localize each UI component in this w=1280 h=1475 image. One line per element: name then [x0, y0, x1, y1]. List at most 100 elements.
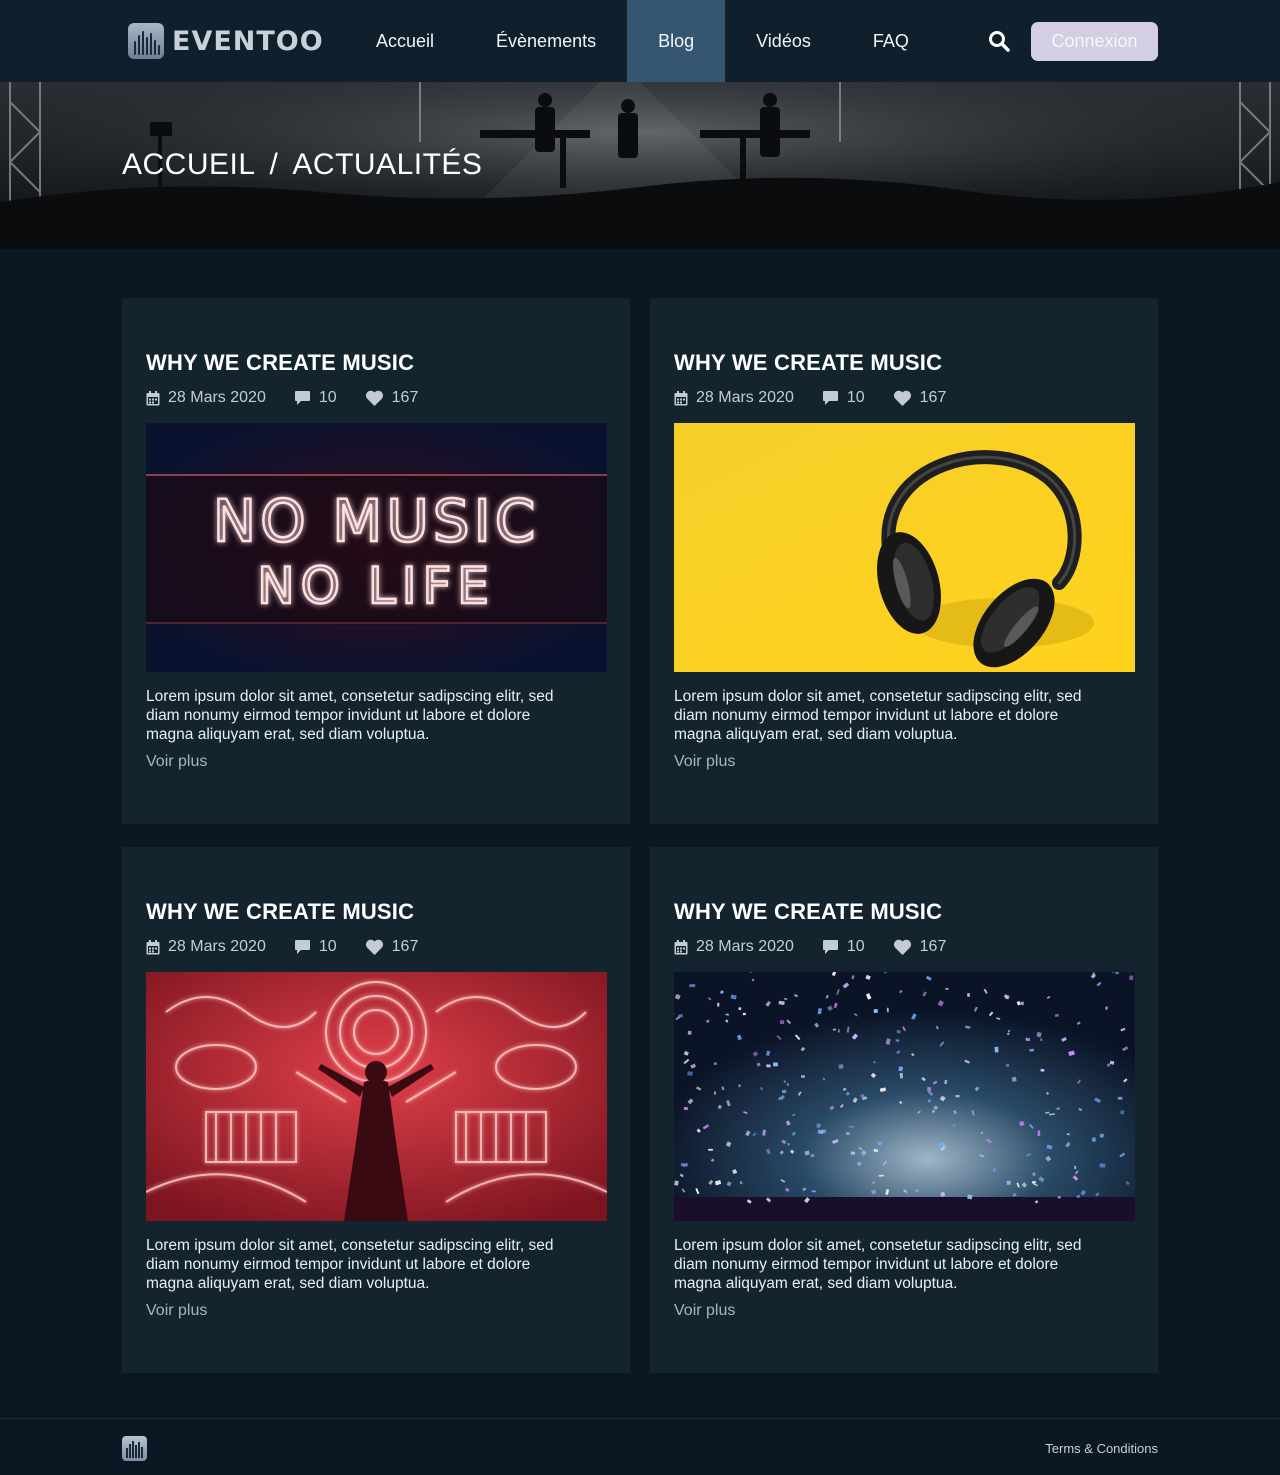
confetti-piece — [1007, 1181, 1011, 1185]
comment-icon — [822, 939, 839, 955]
terms-link[interactable]: Terms & Conditions — [1045, 1441, 1158, 1456]
post-image[interactable] — [674, 972, 1135, 1221]
post-likes-count: 167 — [392, 389, 419, 407]
confetti-piece — [743, 1013, 746, 1016]
nav-item-videos[interactable]: Vidéos — [725, 0, 842, 82]
confetti-piece — [782, 1090, 786, 1093]
post-title[interactable]: WHY WE CREATE MUSIC — [674, 350, 942, 376]
breadcrumb: ACCUEIL/ACTUALITÉS — [122, 148, 482, 182]
search-icon[interactable] — [987, 29, 1011, 53]
confetti-piece — [1038, 1131, 1041, 1137]
confetti-piece — [788, 1143, 790, 1145]
neon-text-line1: NO MUSIC — [213, 487, 539, 555]
read-more-link[interactable]: Voir plus — [146, 753, 207, 771]
post-card[interactable]: WHY WE CREATE MUSIC 28 Mars 2020 10 167 — [122, 298, 630, 824]
confetti-piece — [717, 1003, 719, 1007]
site-header: EVENTOO Accueil Évènements Blog Vidéos F… — [0, 0, 1280, 82]
login-button[interactable]: Connexion — [1031, 22, 1158, 61]
neon-text-line2: NO LIFE — [257, 557, 495, 615]
calendar-icon — [674, 940, 688, 955]
calendar-icon — [146, 940, 160, 955]
post-title[interactable]: WHY WE CREATE MUSIC — [146, 899, 414, 925]
confetti-piece — [981, 1132, 983, 1134]
post-excerpt: Lorem ipsum dolor sit amet, consetetur s… — [674, 1236, 1094, 1293]
confetti-piece — [1032, 1181, 1036, 1184]
read-more-link[interactable]: Voir plus — [674, 753, 735, 771]
post-card[interactable]: WHY WE CREATE MUSIC 28 Mars 2020 10 167 … — [650, 847, 1158, 1373]
confetti-piece — [780, 1020, 784, 1024]
post-image[interactable]: NO MUSIC NO LIFE — [146, 423, 607, 672]
post-likes-count: 167 — [392, 938, 419, 956]
post-comments-count: 10 — [319, 938, 337, 956]
nav-item-evenements[interactable]: Évènements — [465, 0, 627, 82]
post-likes-count: 167 — [920, 938, 947, 956]
post-title[interactable]: WHY WE CREATE MUSIC — [674, 899, 942, 925]
confetti-piece — [1006, 1064, 1009, 1067]
footer-logo-icon[interactable] — [122, 1436, 147, 1461]
post-date: 28 Mars 2020 — [168, 938, 266, 956]
read-more-link[interactable]: Voir plus — [674, 1302, 735, 1320]
confetti-piece — [1100, 1163, 1106, 1167]
read-more-link[interactable]: Voir plus — [146, 1302, 207, 1320]
confetti-piece — [773, 1063, 778, 1067]
post-excerpt: Lorem ipsum dolor sit amet, consetetur s… — [674, 687, 1094, 744]
breadcrumb-home[interactable]: ACCUEIL — [122, 148, 256, 181]
confetti-piece — [714, 1092, 716, 1095]
confetti-piece — [1021, 1002, 1024, 1005]
post-image[interactable] — [146, 972, 607, 1221]
post-excerpt: Lorem ipsum dolor sit amet, consetetur s… — [146, 687, 566, 744]
nav-item-faq[interactable]: FAQ — [842, 0, 940, 82]
calendar-icon — [674, 391, 688, 406]
confetti-piece — [1012, 1077, 1017, 1082]
confetti-piece — [1129, 976, 1133, 980]
heart-icon[interactable] — [365, 390, 384, 407]
post-meta: 28 Mars 2020 10 167 — [674, 388, 946, 408]
confetti-piece — [939, 1143, 944, 1149]
confetti-piece — [873, 1061, 875, 1063]
heart-icon[interactable] — [365, 939, 384, 956]
post-comments-count: 10 — [847, 389, 865, 407]
heart-icon[interactable] — [893, 939, 912, 956]
heart-icon[interactable] — [893, 390, 912, 407]
post-card[interactable]: WHY WE CREATE MUSIC 28 Mars 2020 10 167 — [122, 847, 630, 1373]
confetti-piece — [927, 1087, 931, 1092]
confetti-piece — [812, 1190, 817, 1192]
confetti-piece — [995, 1047, 999, 1053]
confetti-piece — [967, 993, 970, 997]
neon-instruments-image — [146, 972, 607, 1221]
post-meta: 28 Mars 2020 10 167 — [146, 937, 418, 957]
confetti-piece — [1025, 1038, 1030, 1042]
nav-item-accueil[interactable]: Accueil — [345, 0, 465, 82]
post-card[interactable]: WHY WE CREATE MUSIC 28 Mars 2020 10 167 — [650, 298, 1158, 824]
logo-icon — [128, 23, 164, 59]
confetti-piece — [1120, 1110, 1124, 1114]
confetti-piece — [851, 1152, 855, 1155]
confetti-piece — [1058, 1196, 1061, 1198]
confetti-piece — [688, 1031, 692, 1035]
confetti-piece — [900, 1073, 903, 1079]
confetti-piece — [1118, 1097, 1123, 1100]
nav-item-blog[interactable]: Blog — [627, 0, 725, 82]
confetti-piece — [884, 972, 887, 973]
confetti-piece — [714, 1062, 717, 1064]
confetti-piece — [896, 1039, 900, 1042]
confetti-piece — [874, 1009, 878, 1013]
post-title[interactable]: WHY WE CREATE MUSIC — [146, 350, 414, 376]
calendar-icon — [146, 391, 160, 406]
confetti-piece — [945, 988, 948, 990]
neon-sign-image: NO MUSIC NO LIFE — [146, 423, 607, 672]
confetti-piece — [877, 1141, 882, 1145]
post-meta: 28 Mars 2020 10 167 — [146, 388, 418, 408]
post-date: 28 Mars 2020 — [696, 938, 794, 956]
confetti-image — [674, 972, 1135, 1221]
logo-text: EVENTOO — [172, 26, 324, 57]
post-comments-count: 10 — [847, 938, 865, 956]
confetti-piece — [708, 1149, 713, 1151]
confetti-piece — [932, 1110, 935, 1112]
post-likes-count: 167 — [920, 389, 947, 407]
headphones-image — [674, 423, 1135, 672]
post-image[interactable] — [674, 423, 1135, 672]
confetti-piece — [846, 1132, 850, 1135]
confetti-piece — [967, 1195, 972, 1200]
logo[interactable]: EVENTOO — [128, 22, 324, 60]
